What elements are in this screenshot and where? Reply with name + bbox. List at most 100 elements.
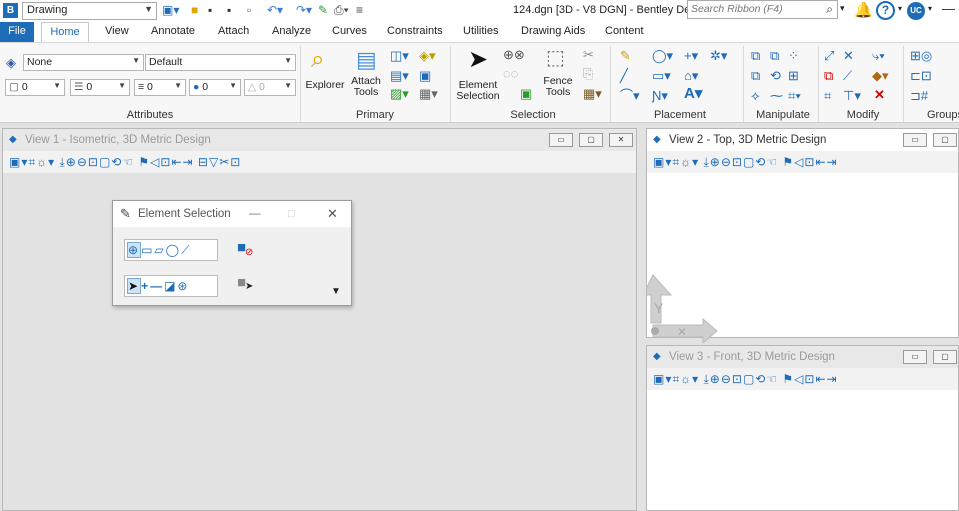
place-line-icon[interactable]: ╱ (620, 69, 628, 83)
circle-method-icon[interactable]: ◯ (166, 243, 181, 257)
search-dropdown-icon[interactable]: ▾ (840, 3, 845, 14)
place-curve-icon[interactable]: Ɲ▾ (652, 89, 668, 103)
element-selection-dialog[interactable]: ✎ Element Selection — □ ✕ ⊕▭▱◯⟋ ■ ⊘ ➤+—◪⊛… (112, 200, 352, 306)
named-group-icon[interactable]: ⊏⊡ (910, 69, 932, 83)
select-all-icon[interactable]: ⊕⊗ (503, 48, 525, 62)
paste-icon[interactable]: ▦▾ (583, 87, 602, 101)
save-icon[interactable]: ▪ (208, 3, 212, 17)
mirror-icon[interactable]: ⊞ (788, 69, 799, 83)
shape-method-icon[interactable]: ▱ (154, 243, 165, 257)
move-icon[interactable]: ⧉ (770, 49, 779, 63)
tab-utilities[interactable]: Utilities (461, 22, 500, 42)
place-arc-icon[interactable]: ⌒▾ (620, 89, 640, 103)
place-smartline-icon[interactable]: ✎ (620, 49, 631, 63)
line-method-icon[interactable]: ⟋ (181, 243, 191, 257)
close-button[interactable]: ✕ (609, 133, 633, 147)
select-by-attributes-icon[interactable]: ▣ (520, 87, 532, 101)
rotate-icon[interactable]: ⟲ (770, 69, 781, 83)
expand-dialog-icon[interactable]: ▼ (331, 286, 341, 297)
array-icon[interactable]: ⁘ (788, 49, 799, 63)
place-shape-icon[interactable]: ⌂▾ (684, 69, 698, 83)
references-icon[interactable]: ▤▾ (390, 69, 409, 83)
maximize-button[interactable]: ▢ (579, 133, 603, 147)
view-canvas[interactable]: Y ✕ (647, 173, 958, 343)
graphic-group-icon[interactable]: ⊐# (910, 89, 928, 103)
dialog-close-icon[interactable]: ✕ (327, 201, 338, 227)
minimize-button[interactable]: ▭ (549, 133, 573, 147)
block-method-icon[interactable]: ▭ (141, 243, 154, 257)
explorer-icon[interactable]: ⌕ (311, 47, 324, 73)
add-mode-icon[interactable]: + (141, 279, 150, 293)
change-attributes-icon[interactable]: ◆▾ (872, 69, 889, 83)
maximize-button[interactable]: ▢ (933, 350, 957, 364)
save-settings-icon[interactable]: ▪ (227, 3, 231, 17)
view-canvas[interactable] (647, 390, 958, 510)
place-text-icon[interactable]: A▾ (684, 86, 702, 101)
line-weight-combo[interactable]: ≡ 0 ▼ (134, 79, 186, 96)
view-window-1[interactable]: ◆ View 1 - Isometric, 3D Metric Design ▭… (2, 128, 637, 511)
tab-file[interactable]: File (0, 22, 34, 42)
cut-icon[interactable]: ✂ (583, 48, 594, 62)
tab-home[interactable]: Home (41, 22, 89, 43)
color-combo[interactable]: ▢ 0 ▼ (5, 79, 65, 96)
models-icon[interactable]: ◫▾ (390, 49, 409, 63)
tab-view[interactable]: View (103, 22, 131, 42)
selection-mode-row[interactable]: ➤+—◪⊛ (124, 275, 218, 297)
view-window-3[interactable]: ◆ View 3 - Front, 3D Metric Design ▭ ▢ ▣… (646, 345, 959, 511)
ribbon-search-input[interactable]: Search Ribbon (F4) ⌕ (687, 0, 838, 19)
app-logo-icon[interactable]: B (3, 3, 18, 18)
pin-icon[interactable]: ✎ (318, 3, 328, 17)
scale-icon[interactable]: ⧉ (751, 69, 760, 83)
invert-mode-icon[interactable]: ◪ (164, 279, 177, 293)
select-all-mode-icon[interactable]: ⊛ (177, 279, 189, 293)
copy-element-icon[interactable]: ⧉ (751, 49, 760, 63)
tab-attach[interactable]: Attach (216, 22, 251, 42)
customize-qat-icon[interactable]: ≡ (356, 3, 363, 17)
help-icon[interactable]: ? (876, 1, 895, 20)
redo-icon[interactable]: ↷▾ (296, 3, 312, 17)
minimize-button[interactable]: ▭ (903, 350, 927, 364)
maximize-button[interactable]: ▢ (933, 133, 957, 147)
element-selection-icon[interactable]: ➤ (468, 46, 488, 74)
dialog-minimize-icon[interactable]: — (249, 201, 261, 227)
priority-combo[interactable]: △ 0 ▼ (244, 79, 296, 96)
open-file-icon[interactable]: ■ (191, 3, 198, 17)
line-style-combo[interactable]: ☰ 0 ▼ (70, 79, 130, 96)
align-icon[interactable]: ⟡ (751, 89, 760, 103)
raster-icon[interactable]: ▣ (419, 69, 431, 83)
undo-icon[interactable]: ↶▾ (267, 3, 283, 17)
delete-icon[interactable]: ✕ (874, 88, 885, 102)
tab-constraints[interactable]: Constraints (385, 22, 445, 42)
new-mode-icon[interactable]: ➤ (127, 278, 142, 294)
quick-access-settings-icon[interactable]: ▣▾ (162, 3, 179, 17)
view-toolbar[interactable]: ▣▾⌗☼▾ ⤓⊕⊖⊡▢⟲☜ ⚑◁⊡⇤⇥ (647, 151, 958, 173)
place-circle-icon[interactable]: ◯▾ (652, 49, 673, 63)
invert-selection-icon[interactable]: ◌◌ (503, 67, 518, 81)
view-window-2[interactable]: ◆ View 2 - Top, 3D Metric Design ▭ ▢ ▣▾⌗… (646, 128, 959, 343)
level-combo[interactable]: None ▼ (23, 54, 144, 71)
fence-tools-label[interactable]: Fence Tools (538, 76, 578, 98)
dialog-maximize-icon[interactable]: □ (288, 201, 295, 227)
style-combo[interactable]: Default ▼ (145, 54, 296, 71)
view-toolbar[interactable]: ▣▾⌗☼▾ ⤓⊕⊖⊡▢⟲☜ ⚑◁⊡⇤⇥ ⊟▽✂⊡ (3, 151, 636, 173)
tab-content[interactable]: Content (603, 22, 646, 42)
minimize-window-icon[interactable]: — (942, 1, 955, 16)
tab-annotate[interactable]: Annotate (149, 22, 197, 42)
dialog-title-bar[interactable]: ✎ Element Selection — □ ✕ (113, 201, 351, 227)
view-title-bar[interactable]: ◆ View 1 - Isometric, 3D Metric Design (3, 129, 636, 151)
user-avatar[interactable]: UC (907, 2, 925, 20)
selection-method-row[interactable]: ⊕▭▱◯⟋ (124, 239, 218, 261)
break-icon[interactable]: ⟋ (843, 69, 852, 83)
element-selection-label[interactable]: Element Selection (454, 80, 502, 102)
partial-delete-icon[interactable]: ⧉ (824, 69, 833, 83)
user-dropdown-icon[interactable]: ▾ (928, 4, 932, 13)
explorer-label[interactable]: Explorer (304, 80, 346, 91)
modify-manipulate-icon[interactable]: ⌗▾ (788, 89, 801, 103)
individual-method-icon[interactable]: ⊕ (127, 242, 142, 258)
notifications-icon[interactable]: 🔔 (854, 1, 873, 19)
levels-icon[interactable]: ◈▾ (419, 49, 436, 63)
tab-analyze[interactable]: Analyze (270, 22, 313, 42)
place-point-icon[interactable]: +▾ (684, 49, 698, 63)
tab-curves[interactable]: Curves (330, 22, 369, 42)
help-dropdown-icon[interactable]: ▾ (898, 4, 902, 13)
